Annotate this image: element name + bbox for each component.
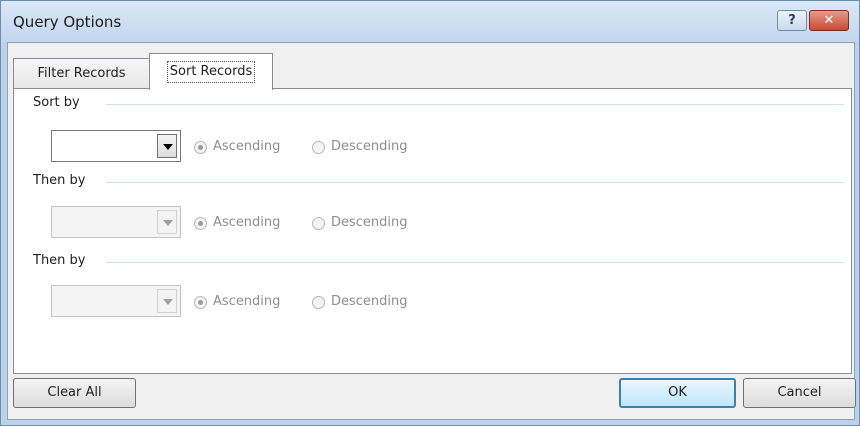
close-button[interactable]: ✕ xyxy=(809,10,849,31)
descending-label: Descending xyxy=(331,139,408,154)
descending-label: Descending xyxy=(331,215,408,230)
ascending-label: Ascending xyxy=(213,294,281,309)
query-options-dialog: Query Options ? ✕ Filter Records Sort Re… xyxy=(0,0,860,426)
cancel-button[interactable]: Cancel xyxy=(743,378,856,408)
radio-dot-icon xyxy=(312,296,325,309)
help-button[interactable]: ? xyxy=(777,10,807,31)
radio-dot-icon xyxy=(194,296,207,309)
chevron-down-icon xyxy=(163,220,173,226)
ascending-label: Ascending xyxy=(213,215,281,230)
tab-filter-records-label: Filter Records xyxy=(37,66,126,81)
ok-button[interactable]: OK xyxy=(619,378,736,408)
then-by-field-select-2[interactable] xyxy=(51,285,181,317)
group-divider xyxy=(106,104,844,105)
radio-dot-icon xyxy=(312,217,325,230)
tab-sort-records-label: Sort Records xyxy=(166,61,256,83)
group-divider xyxy=(106,262,844,263)
group-divider xyxy=(106,182,844,183)
sort-records-panel: Sort by Ascending Descending Then by Asc… xyxy=(13,88,852,374)
dialog-client-area: Filter Records Sort Records Sort by Asce… xyxy=(7,42,856,420)
clear-all-button[interactable]: Clear All xyxy=(13,378,136,408)
radio-dot-icon xyxy=(194,217,207,230)
dialog-title: Query Options xyxy=(13,13,122,31)
radio-dot-icon xyxy=(194,141,207,154)
sort-by-label: Sort by xyxy=(33,95,86,110)
chevron-down-icon xyxy=(163,299,173,305)
dropdown-button[interactable] xyxy=(157,289,177,313)
then-by-label: Then by xyxy=(33,253,92,268)
radio-dot-icon xyxy=(312,141,325,154)
tab-sort-records[interactable]: Sort Records xyxy=(149,53,273,90)
sort-by-field-select[interactable] xyxy=(51,130,181,162)
ascending-label: Ascending xyxy=(213,139,281,154)
then-by-field-select-1[interactable] xyxy=(51,206,181,238)
dropdown-button[interactable] xyxy=(157,134,177,158)
title-bar: Query Options ? ✕ xyxy=(1,1,859,42)
then-by-label: Then by xyxy=(33,173,92,188)
chevron-down-icon xyxy=(163,144,173,150)
tab-filter-records[interactable]: Filter Records xyxy=(13,58,150,89)
dropdown-button[interactable] xyxy=(157,210,177,234)
descending-label: Descending xyxy=(331,294,408,309)
